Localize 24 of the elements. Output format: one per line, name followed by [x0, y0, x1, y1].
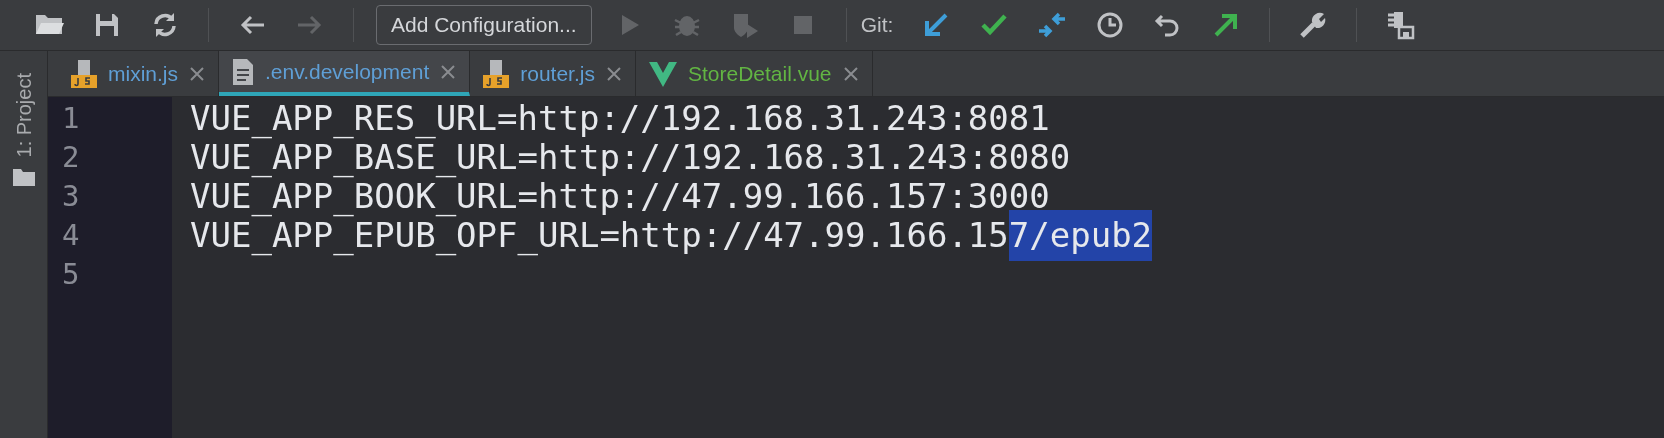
line-number: 5 [62, 255, 80, 293]
code-text: VUE_APP_RES_URL=http://192.168.31.243:8081 [190, 97, 1050, 141]
structure-icon[interactable] [1385, 10, 1416, 40]
line-number: 2 [62, 138, 80, 176]
folder-icon [11, 167, 36, 188]
text-file-icon [231, 56, 255, 87]
js-file-icon [482, 58, 511, 89]
add-configuration-button[interactable]: Add Configuration... [376, 5, 592, 45]
line-number: 1 [62, 99, 80, 137]
editor-tab[interactable]: router.js [470, 51, 636, 96]
line-number: 4 [62, 216, 80, 254]
close-icon[interactable] [439, 62, 458, 81]
line-number: 3 [62, 177, 80, 215]
close-icon[interactable] [188, 64, 206, 83]
js-file-icon [70, 58, 98, 89]
editor-tab[interactable]: mixin.js [58, 51, 219, 96]
git-label: Git: [860, 12, 894, 39]
selected-code-text: 7/epub2 [1008, 210, 1153, 261]
close-icon[interactable] [604, 64, 623, 83]
compare-arrows-icon[interactable] [1037, 10, 1068, 40]
editor-tab[interactable]: .env.development [219, 51, 471, 96]
project-tool-tab[interactable]: 1: Project [8, 73, 39, 158]
editor-tab[interactable]: StoreDetail.vue [635, 51, 873, 96]
close-icon[interactable] [841, 64, 860, 83]
